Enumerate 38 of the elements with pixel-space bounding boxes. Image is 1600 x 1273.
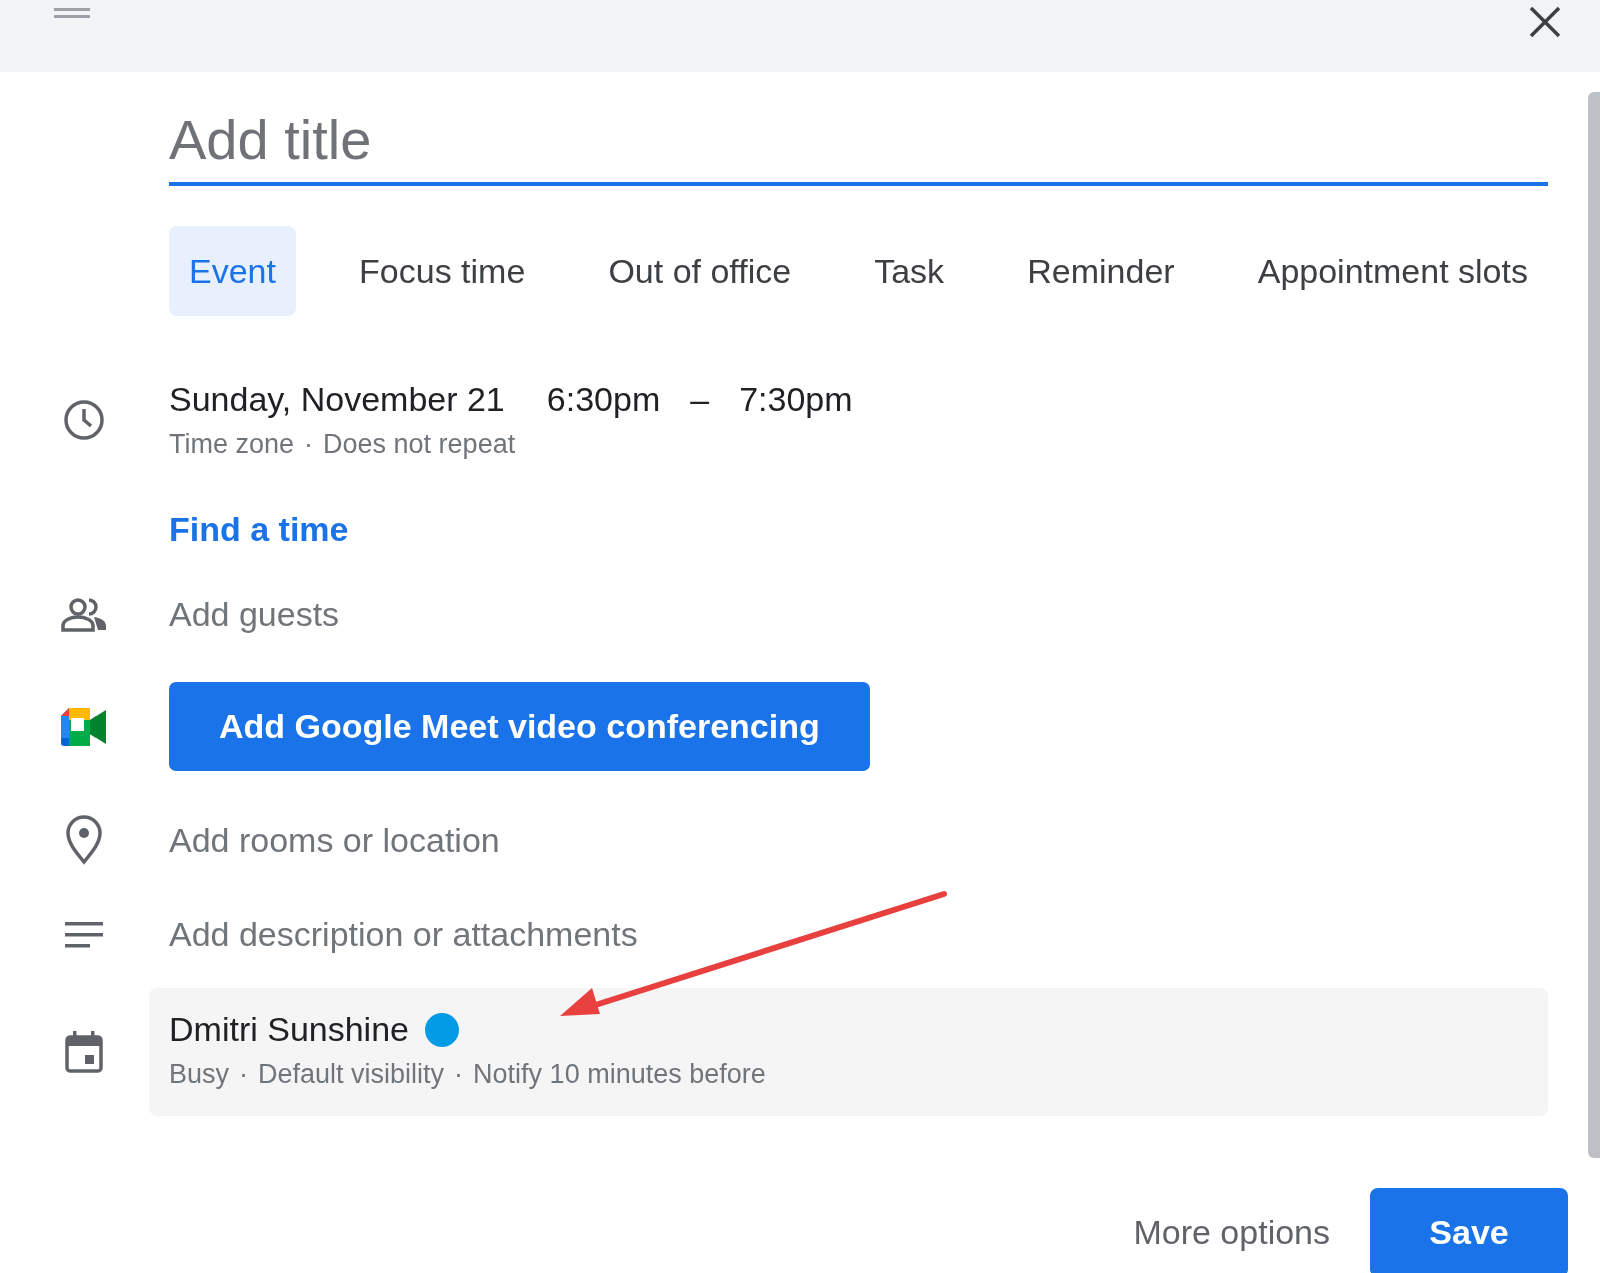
event-type-tab[interactable]: Out of office xyxy=(588,226,812,316)
guests-field[interactable]: Add guests xyxy=(169,595,340,634)
calendar-icon xyxy=(64,1031,103,1073)
date-text[interactable]: Sunday, November 21 xyxy=(169,380,505,419)
event-type-tab[interactable]: Focus time xyxy=(339,226,546,316)
calendar-card[interactable]: Dmitri Sunshine Busy · Default visibility · Notify 10 minutes before xyxy=(149,988,1548,1116)
calendar-detail-text: Default visibility xyxy=(258,1059,445,1090)
people-icon xyxy=(60,597,107,632)
calendar-detail-text: Busy xyxy=(169,1059,230,1090)
option-text[interactable]: Does not repeat xyxy=(323,429,516,460)
close-icon xyxy=(1528,5,1562,39)
add-video-conferencing-button[interactable]: Add Google Meet video conferencing xyxy=(169,682,870,771)
save-button[interactable]: Save xyxy=(1370,1188,1568,1273)
separator-dot: · xyxy=(239,1059,249,1090)
separator-dot: · xyxy=(454,1059,464,1090)
title-input[interactable]: Add title xyxy=(169,102,1548,186)
start-time-text[interactable]: 6:30pm xyxy=(546,380,661,419)
end-time-text[interactable]: 7:30pm xyxy=(739,380,853,419)
location-pin-icon xyxy=(65,815,102,865)
calendar-name: Dmitri Sunshine xyxy=(169,1010,409,1049)
calendar-detail-text: Notify 10 minutes before xyxy=(473,1059,766,1090)
dash-text: – xyxy=(690,380,710,419)
event-type-tab[interactable]: Reminder xyxy=(1007,226,1195,316)
clock-icon xyxy=(62,399,105,441)
find-time-link[interactable]: Find a time xyxy=(169,510,349,549)
scrollbar-thumb[interactable] xyxy=(1588,92,1600,1158)
event-type-tab[interactable]: Task xyxy=(854,226,965,316)
close-button[interactable] xyxy=(1528,5,1562,39)
event-type-tab[interactable]: Appointment slots xyxy=(1237,226,1548,316)
separator-dot: · xyxy=(304,429,314,460)
location-field[interactable]: Add rooms or location xyxy=(169,820,500,860)
option-text[interactable]: Time zone xyxy=(169,429,295,460)
event-type-tab[interactable]: Event xyxy=(169,226,296,316)
description-field[interactable]: Add description or attachments xyxy=(169,915,638,954)
drag-handle-icon[interactable] xyxy=(54,7,90,19)
more-options-button[interactable]: More options xyxy=(1133,1213,1330,1252)
description-lines-icon xyxy=(64,921,103,948)
video-camera-icon xyxy=(60,707,107,746)
